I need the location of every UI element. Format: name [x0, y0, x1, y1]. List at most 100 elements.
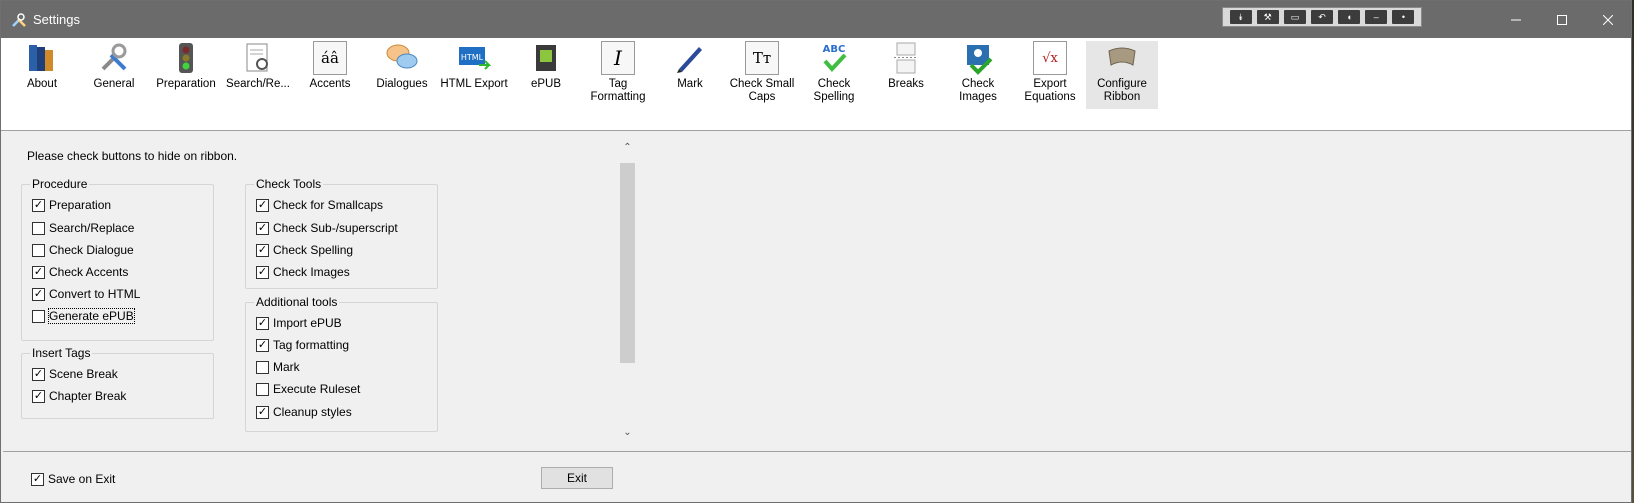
- checkbox-box[interactable]: ✓: [256, 265, 269, 279]
- ribbon-check-small-caps-button[interactable]: Tт Check Small Caps: [726, 41, 798, 109]
- minimize-icon: [1511, 19, 1521, 20]
- ribbon-epub-button[interactable]: ePUB: [510, 41, 582, 109]
- minimize-button[interactable]: [1493, 1, 1539, 38]
- ribbon-search-replace-button[interactable]: Search/Re...: [222, 41, 294, 109]
- checkbox-box[interactable]: ✓: [32, 198, 45, 212]
- dot-icon[interactable]: •: [1392, 10, 1415, 24]
- ribbon-label: Check Images: [959, 78, 997, 103]
- checkbox-box[interactable]: ✓: [32, 265, 45, 279]
- chevrons-down-icon[interactable]: ⯯: [1229, 10, 1252, 24]
- checkbox-box[interactable]: ✓: [256, 198, 269, 212]
- tools-icon: [12, 12, 26, 27]
- checkbox-label: Check Accents: [49, 265, 129, 279]
- checkbox-label: Mark: [273, 360, 300, 374]
- checkbox-label: Cleanup styles: [273, 405, 352, 419]
- vertical-scrollbar[interactable]: ⌃ ⌄: [619, 139, 636, 441]
- checkbox-box[interactable]: [32, 309, 45, 323]
- checkbox-box[interactable]: ✓: [32, 287, 45, 301]
- minus-icon[interactable]: –: [1365, 10, 1388, 24]
- ribbon-html-export-button[interactable]: HTML HTML Export: [438, 41, 510, 109]
- checkbox-box[interactable]: ✓: [256, 316, 269, 330]
- image-check-icon: [967, 45, 993, 75]
- checkbox-cleanup-styles[interactable]: ✓ Cleanup styles: [256, 405, 352, 419]
- accents-icon: áâ: [313, 41, 347, 75]
- checkbox-check-spelling[interactable]: ✓ Check Spelling: [256, 243, 353, 257]
- spell-check-icon: ABC: [823, 44, 847, 72]
- checkbox-check-sub-superscript[interactable]: ✓ Check Sub-/superscript: [256, 221, 398, 235]
- close-button[interactable]: [1585, 1, 1631, 38]
- checkbox-tag-formatting[interactable]: ✓ Tag formatting: [256, 338, 349, 352]
- checkbox-chapter-break[interactable]: ✓ Chapter Break: [32, 389, 126, 403]
- checkbox-check-accents[interactable]: ✓ Check Accents: [32, 265, 128, 279]
- maximize-button[interactable]: [1539, 1, 1585, 38]
- checkbox-generate-epub[interactable]: Generate ePUB: [32, 308, 135, 324]
- checkbox-search-replace[interactable]: Search/Replace: [32, 221, 134, 235]
- wrench-icon[interactable]: ⚒: [1256, 10, 1279, 24]
- ribbon-general-button[interactable]: General: [78, 41, 150, 109]
- checkbox-label: Check Images: [273, 265, 350, 279]
- ribbon-accents-button[interactable]: áâ Accents: [294, 41, 366, 109]
- ribbon-tag-formatting-button[interactable]: I Tag Formatting: [582, 41, 654, 109]
- scrollbar-thumb[interactable]: [620, 163, 635, 363]
- ribbon-mark-button[interactable]: Mark: [654, 41, 726, 109]
- exit-button[interactable]: Exit: [541, 467, 613, 489]
- checkbox-box[interactable]: ✓: [256, 243, 269, 257]
- ribbon: About General Preparation Search/Re... á…: [1, 38, 1631, 131]
- checkbox-execute-ruleset[interactable]: Execute Ruleset: [256, 382, 360, 396]
- checkbox-box[interactable]: [32, 243, 45, 257]
- group-title: Procedure: [30, 177, 90, 191]
- close-icon: [1603, 14, 1613, 25]
- footer: ✓ Save on Exit Exit: [3, 451, 1631, 501]
- epub-icon: [536, 45, 556, 71]
- ribbon-about-button[interactable]: About: [6, 41, 78, 109]
- checkbox-convert-to-html[interactable]: ✓ Convert to HTML: [32, 287, 140, 301]
- group-title: Check Tools: [254, 177, 324, 191]
- checkbox-label: Import ePUB: [273, 316, 342, 330]
- checkbox-box[interactable]: ✓: [32, 389, 45, 403]
- ribbon-breaks-button[interactable]: Breaks: [870, 41, 942, 109]
- checkbox-box[interactable]: [256, 382, 269, 396]
- checkbox-check-images[interactable]: ✓ Check Images: [256, 265, 350, 279]
- checkbox-box[interactable]: ✓: [256, 405, 269, 419]
- ribbon-icon: [1108, 47, 1136, 66]
- checkbox-box[interactable]: ✓: [256, 221, 269, 235]
- undo-icon[interactable]: ↶: [1310, 10, 1333, 24]
- checkbox-label: Preparation: [49, 198, 112, 212]
- equation-icon: √x: [1033, 41, 1067, 75]
- checkbox-box[interactable]: ✓: [256, 338, 269, 352]
- group-title: Additional tools: [254, 295, 340, 309]
- ribbon-export-equations-button[interactable]: √x Export Equations: [1014, 41, 1086, 109]
- group-title: Insert Tags: [30, 346, 93, 360]
- svg-text:HTML: HTML: [461, 53, 484, 62]
- checkbox-box[interactable]: ✓: [31, 472, 44, 486]
- ribbon-check-spelling-button[interactable]: ABC Check Spelling: [798, 41, 870, 109]
- chevron-up-icon[interactable]: ⌃: [619, 139, 636, 156]
- checkbox-label: Check Sub-/superscript: [273, 221, 398, 235]
- checkbox-import-epub[interactable]: ✓ Import ePUB: [256, 316, 342, 330]
- panel-icon[interactable]: ▭: [1283, 10, 1306, 24]
- ribbon-dialogues-button[interactable]: Dialogues: [366, 41, 438, 109]
- checkbox-save-on-exit[interactable]: ✓ Save on Exit: [31, 472, 115, 486]
- checkbox-label: Check Dialogue: [49, 243, 134, 257]
- checkbox-label: Search/Replace: [49, 221, 135, 235]
- checkbox-check-smallcaps[interactable]: ✓ Check for Smallcaps: [256, 198, 383, 212]
- ribbon-preparation-button[interactable]: Preparation: [150, 41, 222, 109]
- mic-icon[interactable]: ◖: [1338, 10, 1361, 24]
- checkbox-check-dialogue[interactable]: Check Dialogue: [32, 243, 134, 257]
- ribbon-label: Check Spelling: [813, 78, 855, 103]
- ribbon-check-images-button[interactable]: Check Images: [942, 41, 1014, 109]
- settings-window: Settings ⯯ ⚒ ▭ ↶ ◖ – • About General Pre…: [0, 0, 1632, 503]
- settings-content: Please check buttons to hide on ribbon. …: [3, 131, 1631, 451]
- checkbox-box[interactable]: [256, 360, 269, 374]
- svg-text:ABC: ABC: [823, 44, 846, 55]
- traffic-light-icon: [179, 43, 193, 73]
- checkbox-preparation[interactable]: ✓ Preparation: [32, 198, 111, 212]
- chevron-down-icon[interactable]: ⌄: [619, 424, 636, 441]
- checkbox-box[interactable]: [32, 221, 45, 235]
- checkbox-mark[interactable]: Mark: [256, 360, 300, 374]
- checkbox-scene-break[interactable]: ✓ Scene Break: [32, 367, 118, 381]
- ribbon-label: HTML Export: [440, 78, 508, 90]
- checkbox-box[interactable]: ✓: [32, 367, 45, 381]
- checkbox-label: Check for Smallcaps: [273, 198, 384, 212]
- ribbon-configure-ribbon-button[interactable]: Configure Ribbon: [1086, 41, 1158, 109]
